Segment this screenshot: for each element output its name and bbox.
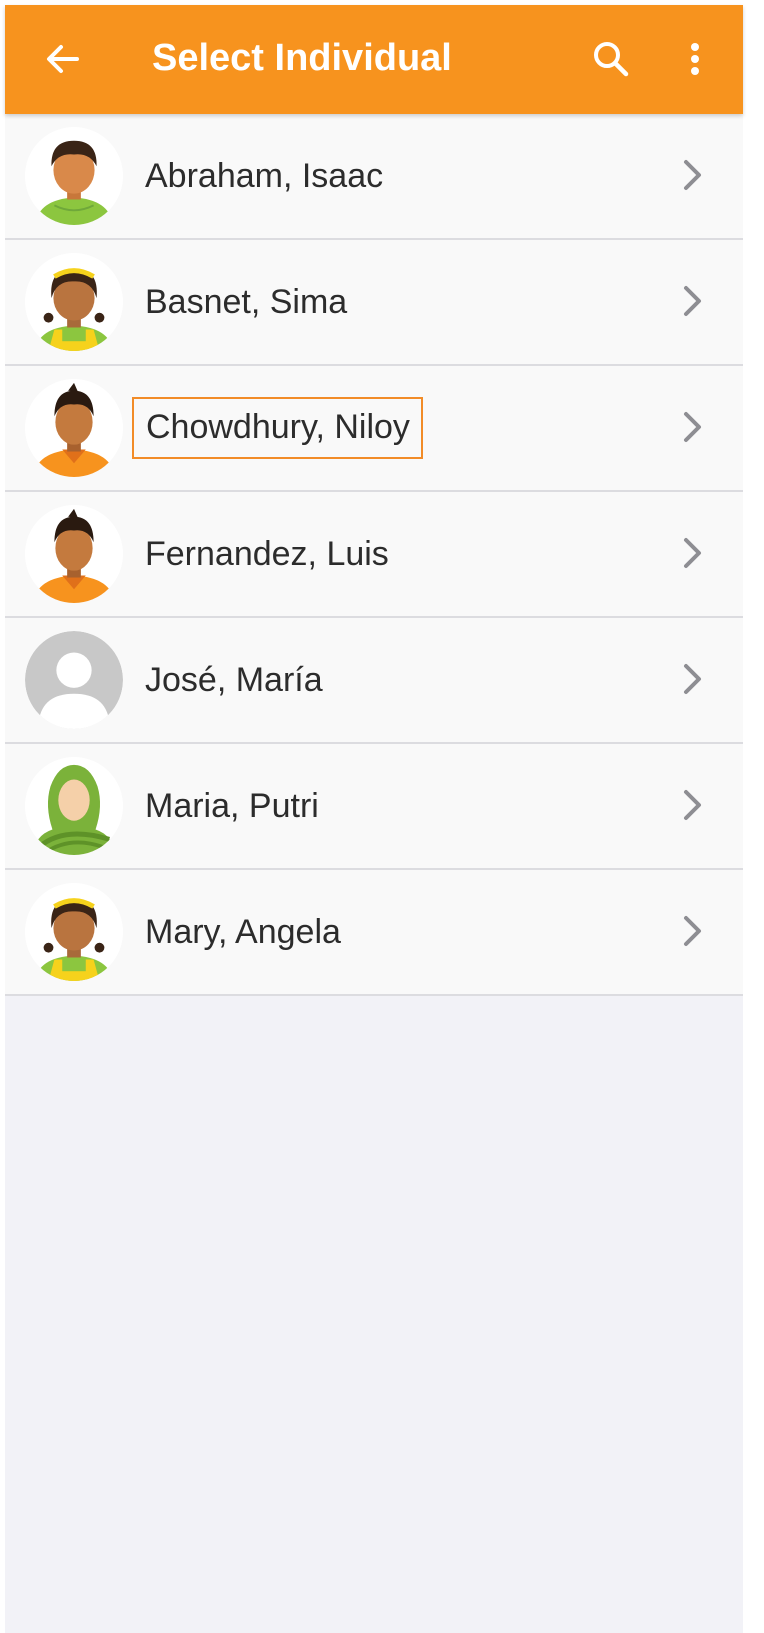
chevron-right-icon: [677, 535, 707, 571]
hijab-avatar-icon: [25, 757, 123, 855]
more-vertical-icon[interactable]: [677, 35, 713, 83]
list-item[interactable]: Abraham, Isaac: [5, 114, 743, 240]
list-item[interactable]: Fernandez, Luis: [5, 492, 743, 618]
chevron-right-icon: [677, 283, 707, 319]
list-item[interactable]: Maria, Putri: [5, 744, 743, 870]
placeholder-avatar-icon: [25, 631, 123, 729]
individual-name: Fernandez, Luis: [145, 535, 389, 573]
list-item[interactable]: Chowdhury, Niloy: [5, 366, 743, 492]
chevron-right-icon: [677, 157, 707, 193]
search-icon[interactable]: [587, 35, 635, 83]
girl-avatar-icon: [25, 883, 123, 981]
page-title: Select Individual: [152, 37, 452, 79]
individual-name: Basnet, Sima: [145, 283, 348, 321]
individual-name: Mary, Angela: [145, 913, 341, 951]
individual-name: Chowdhury, Niloy: [132, 397, 423, 459]
individual-name: Abraham, Isaac: [145, 157, 384, 195]
boy-avatar-icon: [25, 127, 123, 225]
chevron-right-icon: [677, 913, 707, 949]
arrow-left-icon[interactable]: [41, 37, 85, 81]
app-bar: Select Individual: [5, 5, 743, 114]
chevron-right-icon: [677, 409, 707, 445]
boy-avatar-icon: [25, 379, 123, 477]
list-item[interactable]: José, María: [5, 618, 743, 744]
list-item[interactable]: Basnet, Sima: [5, 240, 743, 366]
chevron-right-icon: [677, 661, 707, 697]
individual-name: José, María: [145, 661, 323, 699]
girl-avatar-icon: [25, 253, 123, 351]
boy-avatar-icon: [25, 505, 123, 603]
chevron-right-icon: [677, 787, 707, 823]
screen: Select Individual Abraham, Isaac Basnet,…: [5, 5, 743, 1633]
list-item[interactable]: Mary, Angela: [5, 870, 743, 996]
individual-name: Maria, Putri: [145, 787, 319, 825]
individual-list: Abraham, Isaac Basnet, Sima Chowdhury, N…: [5, 114, 743, 996]
